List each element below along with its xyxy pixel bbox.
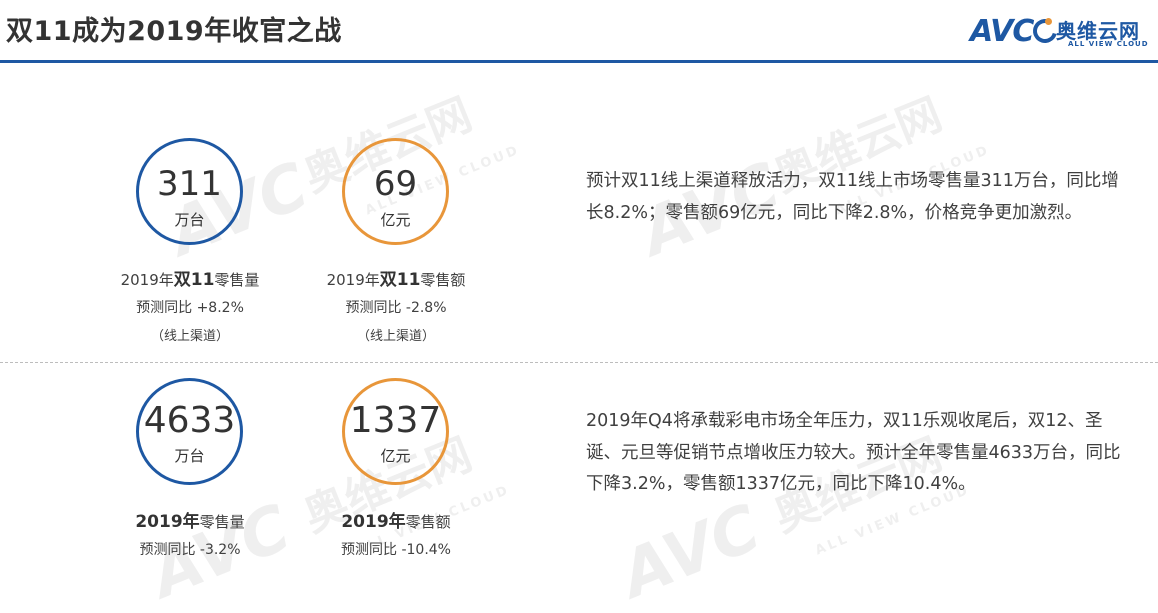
caption-bold: 双11 — [173, 270, 215, 290]
caption-prefix: 2019年 — [120, 271, 174, 289]
caption-bold: 2019年 — [135, 512, 200, 532]
section1-paragraph: 预计双11线上渠道释放活力，双11线上市场零售量311万台，同比增长8.2%；零… — [586, 171, 1119, 223]
stat-circle-double11-volume: 311 万台 — [136, 138, 243, 245]
stat-value: 311 — [157, 164, 222, 204]
stat-yoy: 预测同比 -10.4% — [341, 542, 451, 558]
stat-unit: 万台 — [174, 447, 205, 465]
caption-suffix: 零售额 — [405, 513, 451, 531]
stat-circle-annual-volume: 4633 万台 — [136, 378, 243, 485]
stat-yoy: 预测同比 -3.2% — [139, 542, 241, 558]
stat-note: （线上渠道） — [150, 329, 229, 344]
section2-paragraph: 2019年Q4将承载彩电市场全年压力，双11乐观收尾后，双12、圣诞、元旦等促销… — [586, 411, 1121, 494]
logo-wordmark: AVC — [970, 14, 1034, 49]
caption-suffix: 零售额 — [420, 271, 466, 289]
caption-bold: 2019年 — [341, 512, 406, 532]
stat-circle-double11-value: 69 亿元 — [342, 138, 449, 245]
stat-circle-annual-value: 1337 亿元 — [342, 378, 449, 485]
logo-brand-en: ALL VIEW CLOUD — [1068, 40, 1149, 48]
page-title: 双11成为2019年收官之战 — [6, 16, 342, 47]
section-divider — [0, 362, 1158, 363]
stat-value: 69 — [373, 164, 418, 204]
caption-suffix: 零售量 — [199, 513, 245, 531]
stat-caption: 2019年零售额 — [286, 514, 506, 531]
stat-caption: 2019年双11零售额 — [286, 272, 506, 289]
stat-unit: 亿元 — [380, 211, 411, 229]
header-rule — [0, 60, 1158, 63]
stat-yoy: 预测同比 +8.2% — [136, 300, 244, 316]
caption-suffix: 零售量 — [214, 271, 260, 289]
watermark-avc: AVC — [611, 491, 771, 613]
stat-value: 4633 — [143, 400, 236, 441]
avc-logo: AVC 奥维云网 ALL VIEW CLOUD — [970, 14, 1156, 52]
stat-yoy: 预测同比 -2.8% — [345, 300, 447, 316]
logo-dot — [1045, 18, 1052, 25]
stat-caption: 2019年双11零售量 — [80, 272, 300, 289]
stat-caption: 2019年零售量 — [80, 514, 300, 531]
caption-bold: 双11 — [379, 270, 421, 290]
stat-note: （线上渠道） — [356, 329, 435, 344]
stat-unit: 万台 — [174, 211, 205, 229]
stat-unit: 亿元 — [380, 447, 411, 465]
caption-prefix: 2019年 — [326, 271, 380, 289]
stat-value: 1337 — [349, 400, 442, 441]
